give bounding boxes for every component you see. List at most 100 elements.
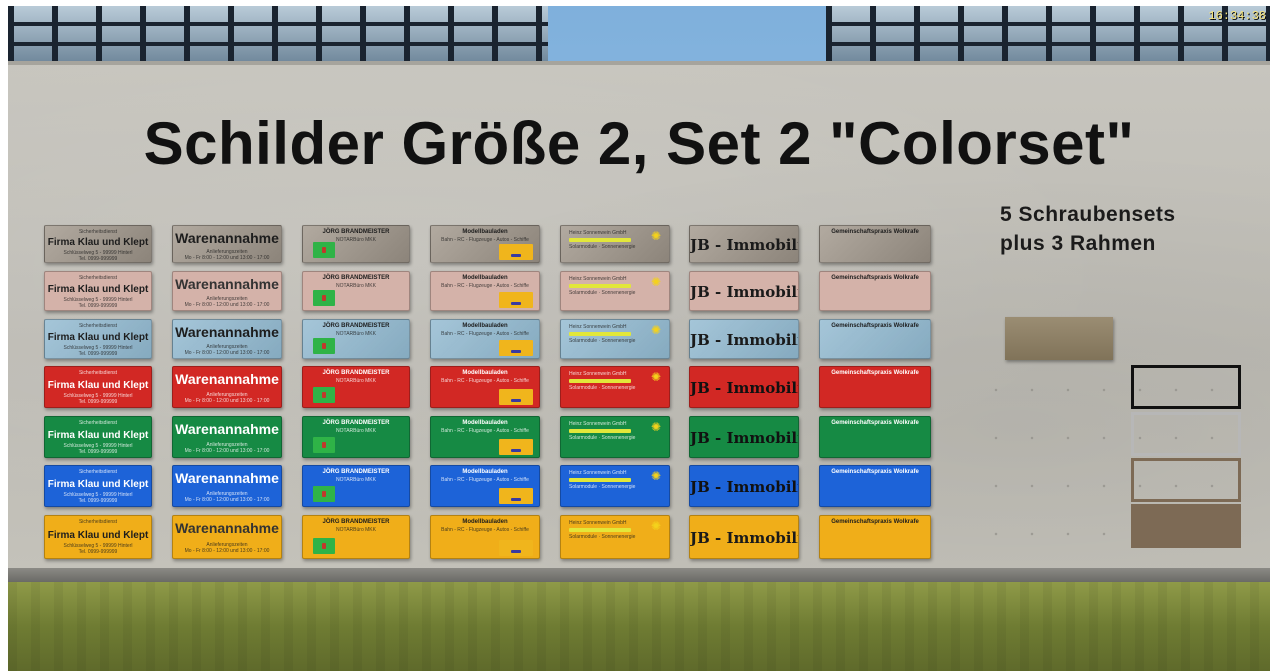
sign-gem-weathered: Gemeinschaftspraxis Wolkrafe — [819, 225, 931, 263]
sign-firma-red: Sicherheitsdienst Firma Klau und Klept Sch… — [44, 366, 152, 408]
sign-subtitle: Sicherheitsdienst — [78, 370, 118, 376]
sign-name: Modellbauladen — [462, 229, 508, 235]
sign-subline: Bahn - RC - Flugzeuge - Autos - Schiffe — [441, 237, 529, 243]
sign-phone: Tel. 0999-999999 — [78, 256, 118, 262]
sign-name: Gemeinschaftspraxis Wolkrafe — [831, 370, 919, 376]
yellow-logo-block — [499, 389, 533, 405]
sign-name: Modellbauladen — [462, 420, 508, 426]
sign-subline: NOTARBüro MKK — [336, 331, 376, 337]
sign-name: Gemeinschaftspraxis Wolkrafe — [831, 323, 919, 329]
sign-phone: Tel. 0999-999999 — [78, 498, 118, 504]
logo-dot — [322, 543, 326, 549]
game-viewport[interactable]: 16:34:38 Schilder Größe 2, Set 2 "Colors… — [8, 6, 1270, 671]
sign-name: JB - Immobilien — [690, 429, 798, 447]
sign-name: Warenannahme — [175, 520, 279, 536]
sign-joerg-pink: JÖRG BRANDMEISTER NOTARBüro MKK — [302, 271, 410, 311]
logo-triangle — [511, 254, 521, 257]
sign-name: JÖRG BRANDMEISTER — [322, 469, 390, 475]
logo-triangle — [511, 302, 521, 305]
office-building-left — [8, 6, 548, 66]
logo-triangle — [511, 399, 521, 402]
sign-subline: Bahn - RC - Flugzeuge - Autos - Schiffe — [441, 428, 529, 434]
sign-phone: Tel. 0999-999999 — [78, 399, 118, 405]
sign-joerg-green: JÖRG BRANDMEISTER NOTARBüro MKK — [302, 416, 410, 458]
sign-modell-light-blue: Modellbauladen Bahn - RC - Flugzeuge - Au… — [430, 319, 540, 359]
sign-subline: Solarmodule · Sonnenenergie — [569, 484, 636, 490]
sign-sonnen-red: Heinz Sonnenwein GmbH Solarmodule · Sonne… — [560, 366, 670, 408]
sign-jb-light-blue: JB - Immobilien — [689, 319, 799, 359]
sign-subtitle: Sicherheitsdienst — [78, 420, 118, 426]
wall-base — [8, 568, 1270, 582]
logo-triangle — [511, 350, 521, 353]
sign-joerg-red: JÖRG BRANDMEISTER NOTARBüro MKK — [302, 366, 410, 408]
sign-modell-pink: Modellbauladen Bahn - RC - Flugzeuge - Au… — [430, 271, 540, 311]
sign-name: Firma Klau und Klept — [47, 237, 149, 248]
sign-name: Firma Klau und Klept — [47, 380, 149, 391]
sign-name: JÖRG BRANDMEISTER — [322, 370, 390, 376]
sign-sonnen-pink: Heinz Sonnenwein GmbH Solarmodule · Sonne… — [560, 271, 670, 311]
sign-subtitle: Sicherheitsdienst — [78, 275, 118, 281]
screw-sets-note: 5 Schraubensets plus 3 Rahmen — [1000, 200, 1176, 258]
sign-name: Warenannahme — [175, 470, 279, 486]
sign-name: JÖRG BRANDMEISTER — [322, 275, 390, 281]
yellow-logo-block — [499, 292, 533, 308]
sun-gear-icon: ✺ — [651, 519, 662, 533]
sign-name: Warenannahme — [175, 371, 279, 387]
logo-triangle — [511, 449, 521, 452]
sign-waren-red: Warenannahme Anlieferungszeiten Mo - Fr 8:… — [172, 366, 282, 408]
sign-name: Warenannahme — [175, 276, 279, 292]
solar-stripe — [569, 528, 631, 532]
sign-name: Gemeinschaftspraxis Wolkrafe — [831, 469, 919, 475]
sign-gem-pink: Gemeinschaftspraxis Wolkrafe — [819, 271, 931, 311]
sign-name: Modellbauladen — [462, 370, 508, 376]
sign-name: Firma Klau und Klept — [47, 284, 149, 295]
logo-dot — [322, 392, 326, 398]
sign-joerg-weathered: JÖRG BRANDMEISTER NOTARBüro MKK — [302, 225, 410, 263]
sign-name: Warenannahme — [175, 324, 279, 340]
sign-subline: NOTARBüro MKK — [336, 527, 376, 533]
sign-hours: Mo - Fr 8:00 - 12:00 und 13:00 - 17:00 — [184, 548, 270, 554]
sign-waren-yellow: Warenannahme Anlieferungszeiten Mo - Fr 8:… — [172, 515, 282, 559]
logo-triangle — [511, 550, 521, 553]
note-line-2: plus 3 Rahmen — [1000, 232, 1156, 255]
bronze-plate-sample — [1005, 317, 1113, 360]
sun-gear-icon: ✺ — [651, 370, 662, 384]
note-line-1: 5 Schraubensets — [1000, 203, 1176, 226]
sign-name: JB - Immobilien — [690, 283, 798, 301]
sign-sonnen-green: Heinz Sonnenwein GmbH Solarmodule · Sonne… — [560, 416, 670, 458]
sign-sonnen-weathered: Heinz Sonnenwein GmbH Solarmodule · Sonne… — [560, 225, 670, 263]
sign-subline: Solarmodule · Sonnenenergie — [569, 338, 636, 344]
sign-subline: Bahn - RC - Flugzeuge - Autos - Schiffe — [441, 378, 529, 384]
sign-sonnen-yellow: Heinz Sonnenwein GmbH Solarmodule · Sonne… — [560, 515, 670, 559]
sign-name: Modellbauladen — [462, 519, 508, 525]
sun-gear-icon: ✺ — [651, 420, 662, 434]
sign-subline: NOTARBüro MKK — [336, 428, 376, 434]
sign-firma-weathered: Sicherheitsdienst Firma Klau und Klept Sch… — [44, 225, 152, 263]
sign-name: Modellbauladen — [462, 275, 508, 281]
yellow-logo-block — [499, 540, 533, 556]
sign-name: Gemeinschaftspraxis Wolkrafe — [831, 275, 919, 281]
office-building-right — [826, 6, 1270, 66]
sign-modell-weathered: Modellbauladen Bahn - RC - Flugzeuge - Au… — [430, 225, 540, 263]
sign-gem-yellow: Gemeinschaftspraxis Wolkrafe — [819, 515, 931, 559]
sign-modell-yellow: Modellbauladen Bahn - RC - Flugzeuge - Au… — [430, 515, 540, 559]
solar-stripe — [569, 238, 631, 242]
sign-hours: Mo - Fr 8:00 - 12:00 und 13:00 - 17:00 — [184, 398, 270, 404]
wall-title: Schilder Größe 2, Set 2 "Colorset" — [143, 110, 1135, 177]
sign-modell-blue: Modellbauladen Bahn - RC - Flugzeuge - Au… — [430, 465, 540, 507]
frame-bronze — [1131, 458, 1241, 502]
sign-subtitle: Sicherheitsdienst — [78, 229, 118, 235]
sign-joerg-yellow: JÖRG BRANDMEISTER NOTARBüro MKK — [302, 515, 410, 559]
solar-stripe — [569, 284, 631, 288]
sun-gear-icon: ✺ — [651, 323, 662, 337]
sign-name: Firma Klau und Klept — [47, 479, 149, 490]
sign-joerg-blue: JÖRG BRANDMEISTER NOTARBüro MKK — [302, 465, 410, 507]
logo-dot — [322, 295, 326, 301]
yellow-logo-block — [499, 340, 533, 356]
sun-gear-icon: ✺ — [651, 229, 662, 243]
sign-hours: Mo - Fr 8:00 - 12:00 und 13:00 - 17:00 — [184, 497, 270, 503]
sign-hours: Mo - Fr 8:00 - 12:00 und 13:00 - 17:00 — [184, 302, 270, 308]
logo-dot — [322, 491, 326, 497]
sun-gear-icon: ✺ — [651, 275, 662, 289]
sign-subtitle: Sicherheitsdienst — [78, 323, 118, 329]
